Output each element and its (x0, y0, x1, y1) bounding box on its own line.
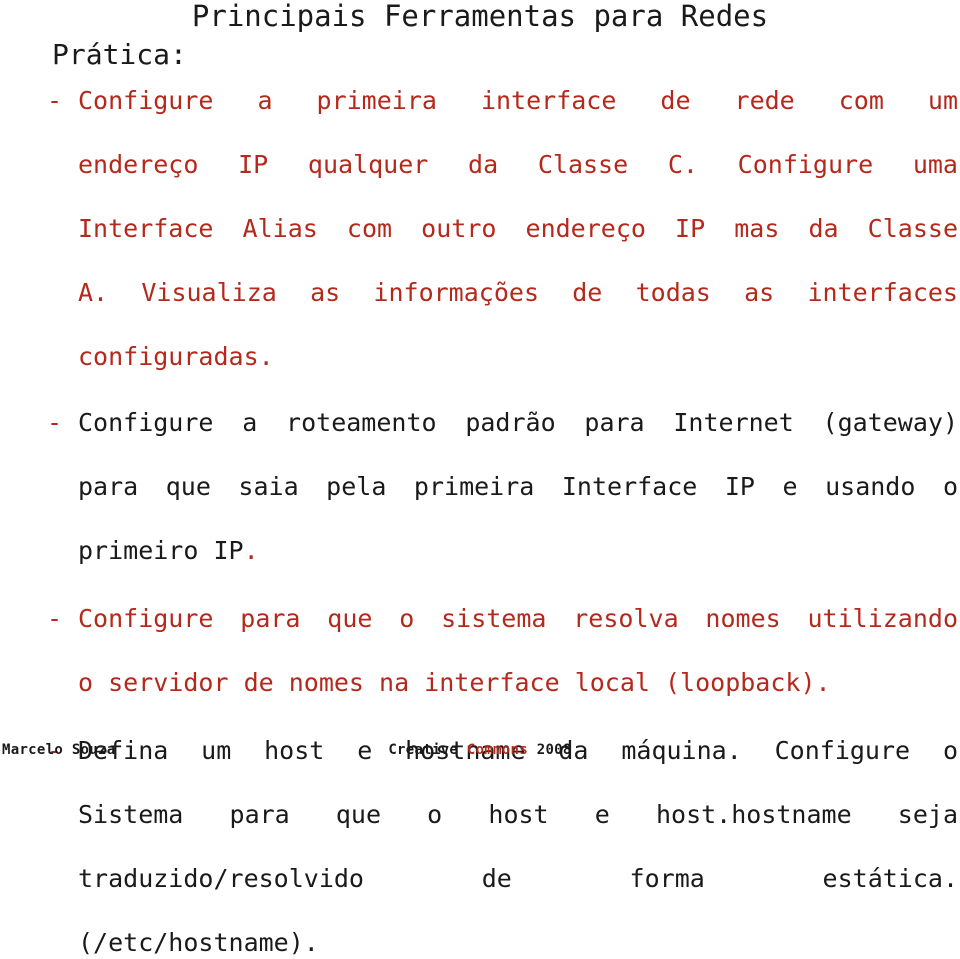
list-item-line: para que saia pela primeira Interface IP… (78, 472, 958, 501)
list-item-line: o servidor de nomes na interface local (… (78, 668, 831, 697)
page-title: Principais Ferramentas para Redes (191, 0, 769, 33)
list-item: - Configure para que o sistema resolva n… (0, 603, 960, 699)
list-item-line: A. Visualiza as informações de todas as … (78, 278, 958, 307)
trailing-period: . (243, 536, 259, 565)
list-item: - Defina um host e hostname da máquina. … (0, 735, 960, 959)
list-item: - Configure a primeira interface de rede… (0, 85, 960, 373)
footer-license-year: 2008 (528, 742, 572, 758)
list-item-line: Configure a primeira interface de rede c… (78, 86, 958, 115)
list-item: - Configure a roteamento padrão para Int… (0, 407, 960, 567)
slide-footer: Marcelo Souza Creative Commons 2008 (0, 739, 960, 761)
list-item-line-text: primeiro IP (78, 536, 244, 565)
list-item-line: Interface Alias com outro endereço IP ma… (78, 214, 958, 243)
list-item-line: Configure para que o sistema resolva nom… (78, 604, 958, 633)
list-item-line: Configure a roteamento padrão para Inter… (78, 408, 958, 437)
list-item-line: endereço IP qualquer da Classe C. Config… (78, 150, 958, 179)
footer-license-highlight: Commons (466, 742, 528, 758)
list-item-line: traduzido/resolvido de forma estática. (78, 864, 958, 893)
bullet-marker-icon: - (47, 86, 63, 115)
bullet-marker-icon: - (47, 604, 63, 633)
bullet-marker-icon: - (47, 408, 63, 437)
slide-canvas: Principais Ferramentas para Redes Prátic… (0, 0, 960, 957)
list-item-line: configuradas. (78, 342, 274, 371)
bullet-list: - Configure a primeira interface de rede… (0, 85, 960, 959)
footer-license-prefix: Creative (388, 742, 467, 758)
section-subtitle: Prática: (52, 38, 187, 71)
list-item-line: Sistema para que o host e host.hostname … (78, 800, 958, 829)
footer-license: Creative Commons 2008 (0, 739, 960, 761)
list-item-line: (/etc/hostname). (78, 928, 319, 957)
list-item-line: primeiro IP. (78, 535, 958, 567)
